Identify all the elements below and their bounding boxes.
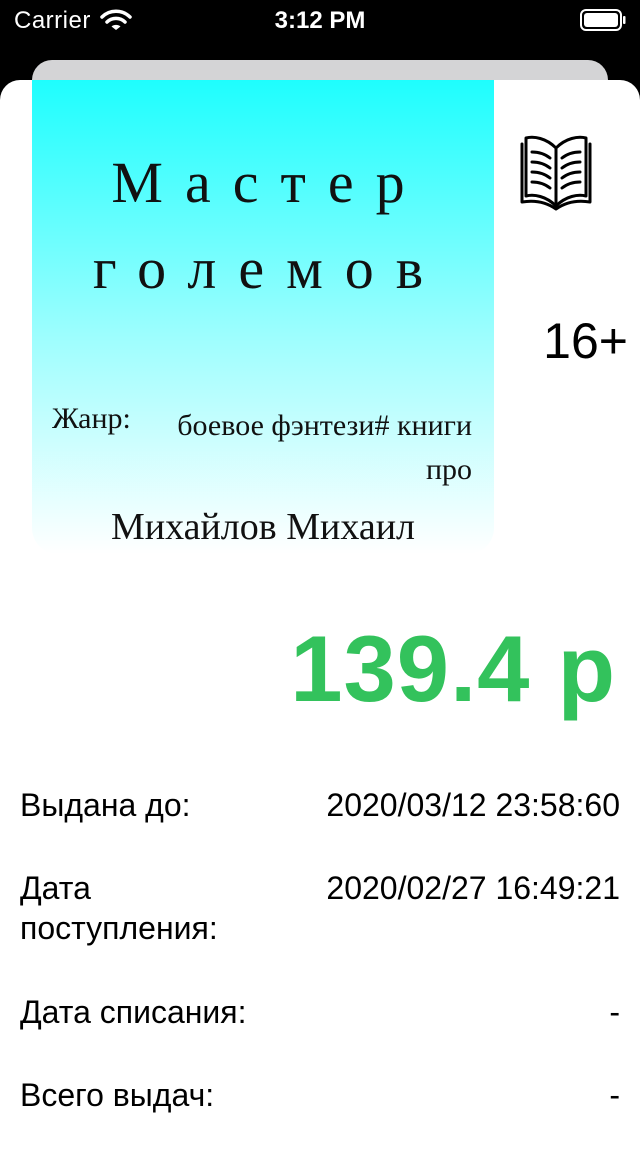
due-date-value: 2020/03/12 23:58:60 — [326, 787, 620, 823]
battery-icon — [580, 9, 626, 31]
age-rating: 16+ — [543, 313, 628, 369]
writeoff-date-label: Дата списания: — [20, 994, 247, 1030]
genre-label: Жанр: — [52, 402, 131, 435]
price: 139.4 р — [290, 616, 616, 721]
cover-author: Михайлов Михаил — [110, 506, 416, 548]
open-book-icon — [520, 135, 592, 211]
writeoff-date-value: - — [609, 994, 620, 1030]
cover-title: Мастер големов — [92, 150, 446, 301]
arrival-date-label: Дата поступления: — [20, 870, 218, 946]
total-loans-value: - — [609, 1077, 620, 1113]
book-cover: Мастер големов Жанр: боевое фэнтези# кни… — [32, 80, 494, 554]
status-bar: Carrier 3:12 PM — [0, 0, 640, 40]
total-loans-label: Всего выдач: — [20, 1077, 215, 1113]
book-details-sheet: Мастер големов Жанр: боевое фэнтези# кни… — [0, 80, 640, 1150]
genre-value: боевое фэнтези# книги про — [177, 409, 472, 486]
clock: 3:12 PM — [274, 7, 366, 34]
due-date-label: Выдана до: — [20, 787, 191, 823]
arrival-date-value: 2020/02/27 16:49:21 — [326, 870, 620, 906]
